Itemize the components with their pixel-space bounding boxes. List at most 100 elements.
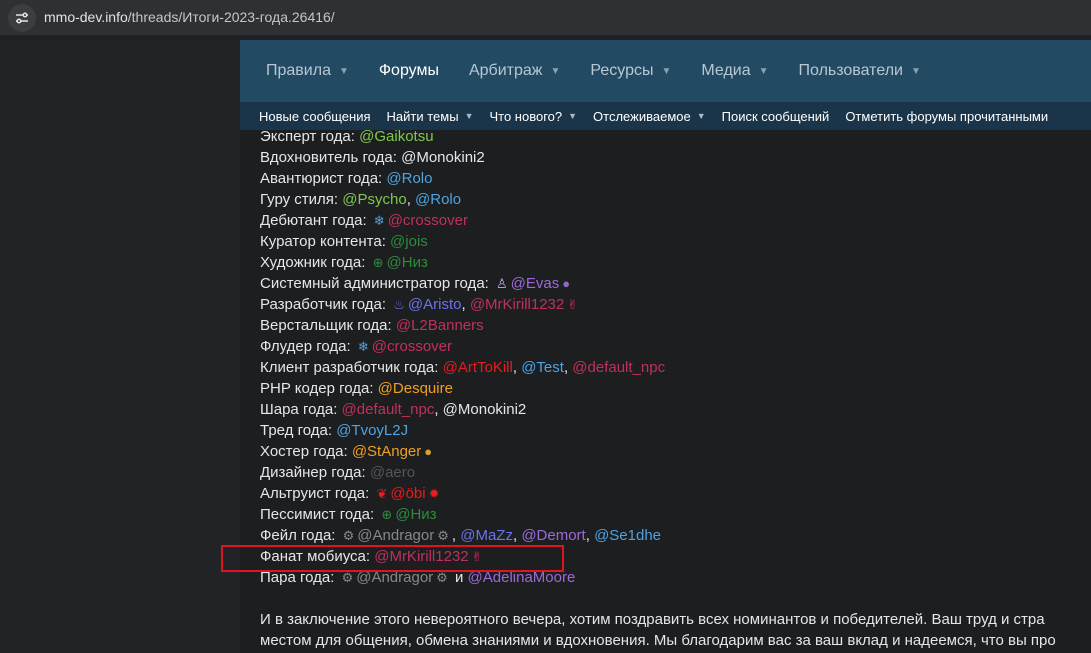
user-mention-link[interactable]: @öbi xyxy=(390,485,425,502)
sub-nav: Новые сообщения Найти темы ▼ Что нового? ▼ От… xyxy=(240,102,1091,130)
heart-flag-icon: ❦ xyxy=(376,486,388,501)
chevron-down-icon: ▼ xyxy=(696,111,706,121)
separator-text: , xyxy=(406,191,416,208)
user-mention-link[interactable]: @Monokini2 xyxy=(443,401,527,418)
award-label: Авантюрист года: xyxy=(260,170,387,187)
nav-tab-label: Ресурсы xyxy=(590,62,654,79)
subnav-item-2[interactable]: Что нового? ▼ xyxy=(489,109,577,124)
award-label: Тред года: xyxy=(260,422,337,439)
user-mention-link[interactable]: @MrKirill1232 xyxy=(470,296,564,313)
user-mention-link[interactable]: @Rolo xyxy=(386,170,432,187)
subnav-label: Отметить форумы прочитанными xyxy=(845,108,1049,124)
award-label: Эксперт года: xyxy=(260,128,360,145)
user-mention-link[interactable]: @Низ xyxy=(387,254,428,271)
user-mention-link[interactable]: @Desquire xyxy=(378,380,453,397)
nav-tab-label: Арбитраж xyxy=(468,62,543,79)
nav-tab-4[interactable]: Медиа ▼ xyxy=(701,62,768,80)
closing-paragraph-line1: И в заключение этого невероятного вечера… xyxy=(260,611,1045,628)
user-mention-link[interactable]: @L2Banners xyxy=(396,317,484,334)
user-mention-link[interactable]: @Rolo xyxy=(415,191,461,208)
award-label: Фейл года: xyxy=(260,527,340,544)
user-mention-link[interactable]: @Psycho xyxy=(342,191,406,208)
subnav-item-1[interactable]: Найти темы ▼ xyxy=(387,109,474,124)
user-mention-link[interactable]: @Demort xyxy=(521,527,585,544)
user-mention-link[interactable]: @Aristo xyxy=(408,296,462,313)
user-mention-link[interactable]: @crossover xyxy=(372,338,452,355)
subnav-label: Отслеживаемое xyxy=(593,108,691,124)
nav-tab-label: Медиа xyxy=(701,62,751,79)
gold-badge-icon: ● xyxy=(424,444,433,459)
award-label: Вдохновитель года: xyxy=(260,149,402,166)
subnav-label: Новые сообщения xyxy=(259,108,371,124)
award-label: Хостер года: xyxy=(260,443,352,460)
user-mention-link[interactable]: @crossover xyxy=(388,212,468,229)
user-mention-link[interactable]: @default_npc xyxy=(342,401,435,418)
user-mention-link[interactable]: @aero xyxy=(370,464,415,481)
user-mention-link[interactable]: @Se1dhe xyxy=(594,527,661,544)
subnav-item-0[interactable]: Новые сообщения xyxy=(259,109,371,124)
chevron-down-icon: ▼ xyxy=(910,65,921,77)
award-line: Вдохновитель года: @Monokini2 xyxy=(260,147,1090,168)
award-line: Дебютант года: ❄ @crossover xyxy=(260,210,1090,231)
user-mention-link[interactable]: @TvoyL2J xyxy=(336,422,408,439)
chevron-down-icon: ▼ xyxy=(338,65,349,77)
award-label: Гуру стиля: xyxy=(260,191,343,208)
chevron-down-icon: ▼ xyxy=(550,65,561,77)
browser-address-bar: mmo-dev.info/threads/Итоги-2023-года.264… xyxy=(0,0,1091,35)
chevron-down-icon: ▼ xyxy=(758,65,769,77)
highlight-box xyxy=(221,545,564,572)
subnav-item-4[interactable]: Поиск сообщений xyxy=(722,109,830,124)
user-mention-link[interactable]: @ArtToKill xyxy=(443,359,513,376)
user-mention-link[interactable]: @Monokini2 xyxy=(401,149,485,166)
award-label: Пессимист года: xyxy=(260,506,379,523)
user-mention-link[interactable]: @default_npc xyxy=(572,359,665,376)
nav-tab-5[interactable]: Пользователи ▼ xyxy=(799,62,921,80)
subnav-label: Найти темы xyxy=(386,108,459,124)
nav-tab-0[interactable]: Правила ▼ xyxy=(266,62,349,80)
nav-tab-3[interactable]: Ресурсы ▼ xyxy=(590,62,671,80)
java-icon: ♨ xyxy=(393,297,405,312)
separator-text: , xyxy=(512,359,522,376)
award-label: Художник года: xyxy=(260,254,370,271)
nav-tab-label: Пользователи xyxy=(798,62,903,79)
user-mention-link[interactable]: @Низ xyxy=(395,506,436,523)
nav-tab-label: Правила xyxy=(266,62,331,79)
chevron-down-icon: ▼ xyxy=(464,111,474,121)
arrow-down-circle-icon: ⊕ xyxy=(372,255,384,270)
award-line: Фейл года: ⚙ @Andragor ⚙, @MaZz, @Demort, … xyxy=(260,525,1090,546)
url-host: mmo-dev.info xyxy=(44,9,128,25)
user-mention-link[interactable]: @StAnger xyxy=(352,443,421,460)
user-mention-link[interactable]: @MaZz xyxy=(460,527,513,544)
award-line: Авантюрист года: @Rolo xyxy=(260,168,1090,189)
subnav-item-3[interactable]: Отслеживаемое ▼ xyxy=(593,109,706,124)
separator-text: , xyxy=(585,527,595,544)
gear-icon: ⚙ xyxy=(437,528,449,543)
verified-badge-icon: ● xyxy=(562,276,571,291)
award-label: Системный администратор года: xyxy=(260,275,493,292)
separator-text: , xyxy=(461,296,470,313)
award-label: PHP кодер года: xyxy=(260,380,378,397)
linux-icon: ♙ xyxy=(496,276,508,291)
separator-text: , xyxy=(451,527,461,544)
award-line: PHP кодер года: @Desquire xyxy=(260,378,1090,399)
nav-tab-2[interactable]: Арбитраж ▼ xyxy=(469,62,560,80)
subnav-item-5[interactable]: Отметить форумы прочитанными xyxy=(845,109,1048,124)
award-line: Куратор контента: @jois xyxy=(260,231,1090,252)
nav-tab-1[interactable]: Форумы xyxy=(379,62,439,80)
award-label: Альтруист года: xyxy=(260,485,374,502)
url-field[interactable]: mmo-dev.info/threads/Итоги-2023-года.264… xyxy=(44,9,335,25)
red-star-icon: ✹ xyxy=(428,486,440,501)
award-line: Шара года: @default_npc, @Monokini2 xyxy=(260,399,1090,420)
site-settings-icon[interactable] xyxy=(8,4,36,32)
user-mention-link[interactable]: @Andragor xyxy=(357,527,434,544)
user-mention-link[interactable]: @Evas xyxy=(511,275,560,292)
user-mention-link[interactable]: @Gaikotsu xyxy=(359,128,433,145)
award-line: Разработчик года: ♨ @Aristo, @MrKirill123… xyxy=(260,294,1090,315)
user-mention-link[interactable]: @jois xyxy=(390,233,428,250)
nav-tab-label: Форумы xyxy=(378,62,439,79)
award-line: Художник года: ⊕ @Низ xyxy=(260,252,1090,273)
arrow-down-circle-icon: ⊕ xyxy=(381,507,393,522)
user-mention-link[interactable]: @Test xyxy=(521,359,564,376)
separator-text: , xyxy=(434,401,443,418)
